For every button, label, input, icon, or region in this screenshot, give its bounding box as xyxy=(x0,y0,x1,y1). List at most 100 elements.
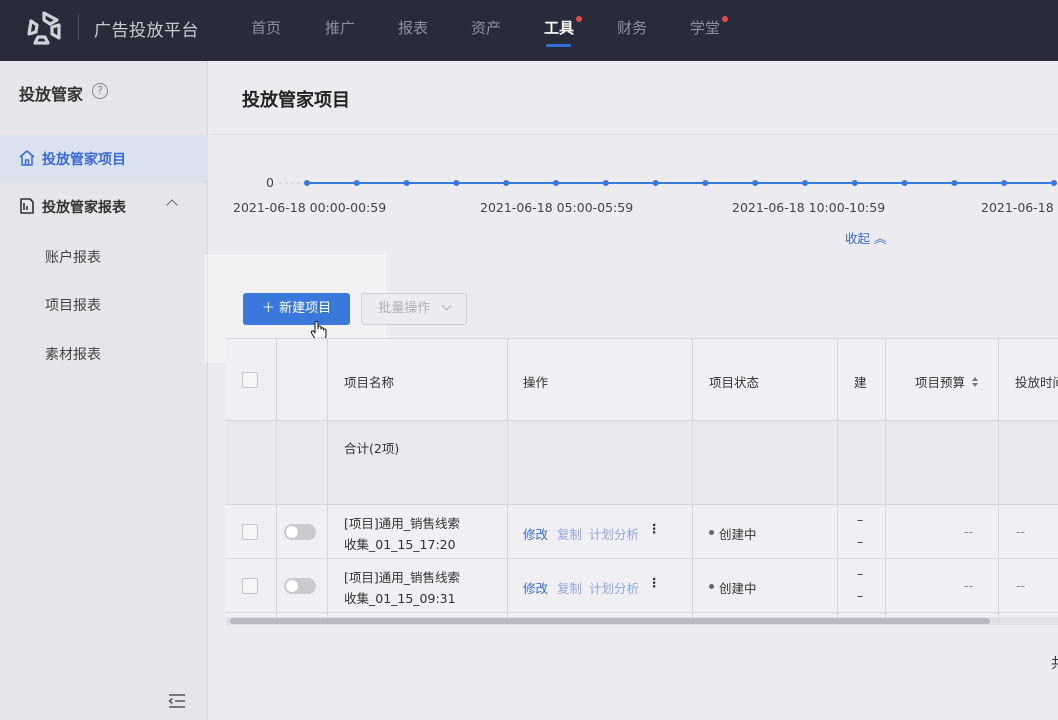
top-nav: 广告投放平台 首页 推广 报表 资产 工具 财务 学堂 xyxy=(0,0,1058,61)
home-icon xyxy=(19,150,35,166)
sidebar-sub-material-report[interactable]: 素材报表 xyxy=(45,344,101,364)
project-name-line1[interactable]: [项目]通用_销售线索 xyxy=(344,567,460,586)
chart-point[interactable] xyxy=(851,180,858,186)
row-toggle-switch[interactable] xyxy=(284,524,316,540)
total-label: 合计(2项) xyxy=(344,441,400,456)
chart-point[interactable] xyxy=(403,180,410,186)
scrollbar-thumb[interactable] xyxy=(230,618,990,624)
chart-point[interactable] xyxy=(652,180,659,186)
chart-collapse-link[interactable]: 收起 ︽ xyxy=(845,228,887,247)
column-divider xyxy=(276,339,277,620)
table-row: [项目]通用_销售线索 收集_01_15_17:20 修改 复制 计划分析 ⋮ … xyxy=(226,505,1058,559)
batch-label: 批量操作 xyxy=(378,301,431,316)
header-project-budget[interactable]: 项目预算 xyxy=(915,372,979,391)
sidebar-item-label: 投放管家项目 xyxy=(42,152,126,168)
brand-title: 广告投放平台 xyxy=(94,21,199,41)
sidebar-sub-account-report[interactable]: 账户报表 xyxy=(45,247,101,267)
collapse-sidebar-icon[interactable] xyxy=(168,693,186,709)
table-total-row: 合计(2项) xyxy=(226,421,1058,505)
chart-point[interactable] xyxy=(1051,180,1057,186)
project-table: 项目名称 操作 项目状态 建 项目预算 投放时间 合计(2项) [项目]通用_销… xyxy=(226,338,1058,620)
row-checkbox[interactable] xyxy=(242,524,258,540)
chart-point[interactable] xyxy=(901,180,908,186)
plan-analysis-link[interactable]: 计划分析 xyxy=(589,578,639,597)
plan-analysis-link[interactable]: 计划分析 xyxy=(589,524,639,543)
chart-point[interactable] xyxy=(304,180,310,186)
copy-link[interactable]: 复制 xyxy=(557,578,582,597)
create-value: – xyxy=(857,566,864,581)
sidebar-sub-project-report[interactable]: 项目报表 xyxy=(45,295,101,315)
nav-reports[interactable]: 报表 xyxy=(398,17,428,38)
select-all-checkbox[interactable] xyxy=(242,372,258,388)
nav-finance[interactable]: 财务 xyxy=(617,17,647,38)
chart-point[interactable] xyxy=(503,180,510,186)
brand-divider xyxy=(78,14,79,40)
create-value: – xyxy=(857,588,864,603)
report-icon xyxy=(20,198,34,214)
row-toggle-switch[interactable] xyxy=(284,578,316,594)
column-divider xyxy=(885,339,886,620)
chart-point[interactable] xyxy=(553,180,559,186)
more-icon[interactable]: ⋮ xyxy=(648,521,661,536)
nav-academy[interactable]: 学堂 xyxy=(690,17,720,38)
more-icon[interactable]: ⋮ xyxy=(648,575,661,590)
row-checkbox[interactable] xyxy=(242,578,258,594)
nav-active-underline xyxy=(546,44,571,47)
pagination-total: 共 xyxy=(1051,653,1058,673)
nav-assets[interactable]: 资产 xyxy=(471,17,501,38)
project-name-line2[interactable]: 收集_01_15_09:31 xyxy=(344,588,456,607)
chart-point[interactable] xyxy=(802,180,808,186)
project-name-line1[interactable]: [项目]通用_销售线索 xyxy=(344,513,460,532)
sort-icon[interactable] xyxy=(971,376,979,388)
chart-point[interactable] xyxy=(602,180,609,186)
new-project-button[interactable]: ＋ 新建项目 xyxy=(243,293,350,325)
chevron-down-icon xyxy=(441,300,452,311)
table-header-row: 项目名称 操作 项目状态 建 项目预算 投放时间 xyxy=(226,339,1058,421)
table-row: [项目]通用_销售线索 收集_01_15_09:31 修改 复制 计划分析 ⋮ … xyxy=(226,559,1058,613)
sidebar-item-reports[interactable]: 投放管家报表 xyxy=(0,183,208,231)
sidebar-item-projects[interactable]: 投放管家项目 xyxy=(0,135,208,183)
status-text: 创建中 xyxy=(719,527,757,542)
chart-point[interactable] xyxy=(453,180,460,186)
header-create: 建 xyxy=(854,375,867,390)
nav-tools[interactable]: 工具 xyxy=(544,17,574,38)
nav-academy-badge xyxy=(722,16,728,22)
column-divider xyxy=(327,339,328,620)
budget-value: -- xyxy=(964,578,974,593)
x-tick-label: 2021-06-18 00:00-00:59 xyxy=(233,200,387,215)
title-divider xyxy=(209,134,1058,135)
chart-point[interactable] xyxy=(951,180,958,186)
batch-operations-dropdown[interactable]: 批量操作 xyxy=(361,293,467,325)
edit-link[interactable]: 修改 xyxy=(523,524,548,543)
sidebar-item-label: 投放管家报表 xyxy=(42,200,126,216)
chart-point[interactable] xyxy=(752,180,759,186)
chevron-up-icon[interactable] xyxy=(166,199,178,211)
logo-icon[interactable] xyxy=(26,10,62,46)
copy-link[interactable]: 复制 xyxy=(557,524,582,543)
header-operations: 操作 xyxy=(523,375,549,390)
x-tick-label: 2021-06-18 10:00-10:59 xyxy=(732,200,886,215)
status-dot xyxy=(709,584,714,589)
status-dot xyxy=(709,530,714,535)
nav-promotion[interactable]: 推广 xyxy=(325,17,355,38)
sidebar-title: 投放管家 xyxy=(19,85,84,104)
edit-link[interactable]: 修改 xyxy=(523,578,548,597)
create-value: – xyxy=(857,534,864,549)
project-name-line2[interactable]: 收集_01_15_17:20 xyxy=(344,534,456,553)
time-value: -- xyxy=(1016,578,1026,593)
header-project-name: 项目名称 xyxy=(344,375,395,390)
time-value: -- xyxy=(1016,524,1026,539)
header-delivery-time: 投放时间 xyxy=(1015,375,1058,390)
chart-point[interactable] xyxy=(353,180,360,186)
status-text: 创建中 xyxy=(719,581,757,596)
help-icon[interactable]: ? xyxy=(92,83,108,99)
nav-home[interactable]: 首页 xyxy=(251,17,281,38)
column-divider xyxy=(507,339,508,620)
horizontal-scrollbar[interactable] xyxy=(226,617,1058,625)
sidebar: 投放管家 ? 投放管家项目 投放管家报表 账户报表 项目报表 素材报表 xyxy=(0,61,208,720)
chart-point[interactable] xyxy=(1001,180,1008,186)
page-title: 投放管家项目 xyxy=(242,90,350,111)
chart-point[interactable] xyxy=(702,180,709,186)
column-divider xyxy=(998,339,999,620)
main-content: 投放管家项目 0 2021-06-18 00:00-00:59 2021-06-… xyxy=(205,61,1058,720)
